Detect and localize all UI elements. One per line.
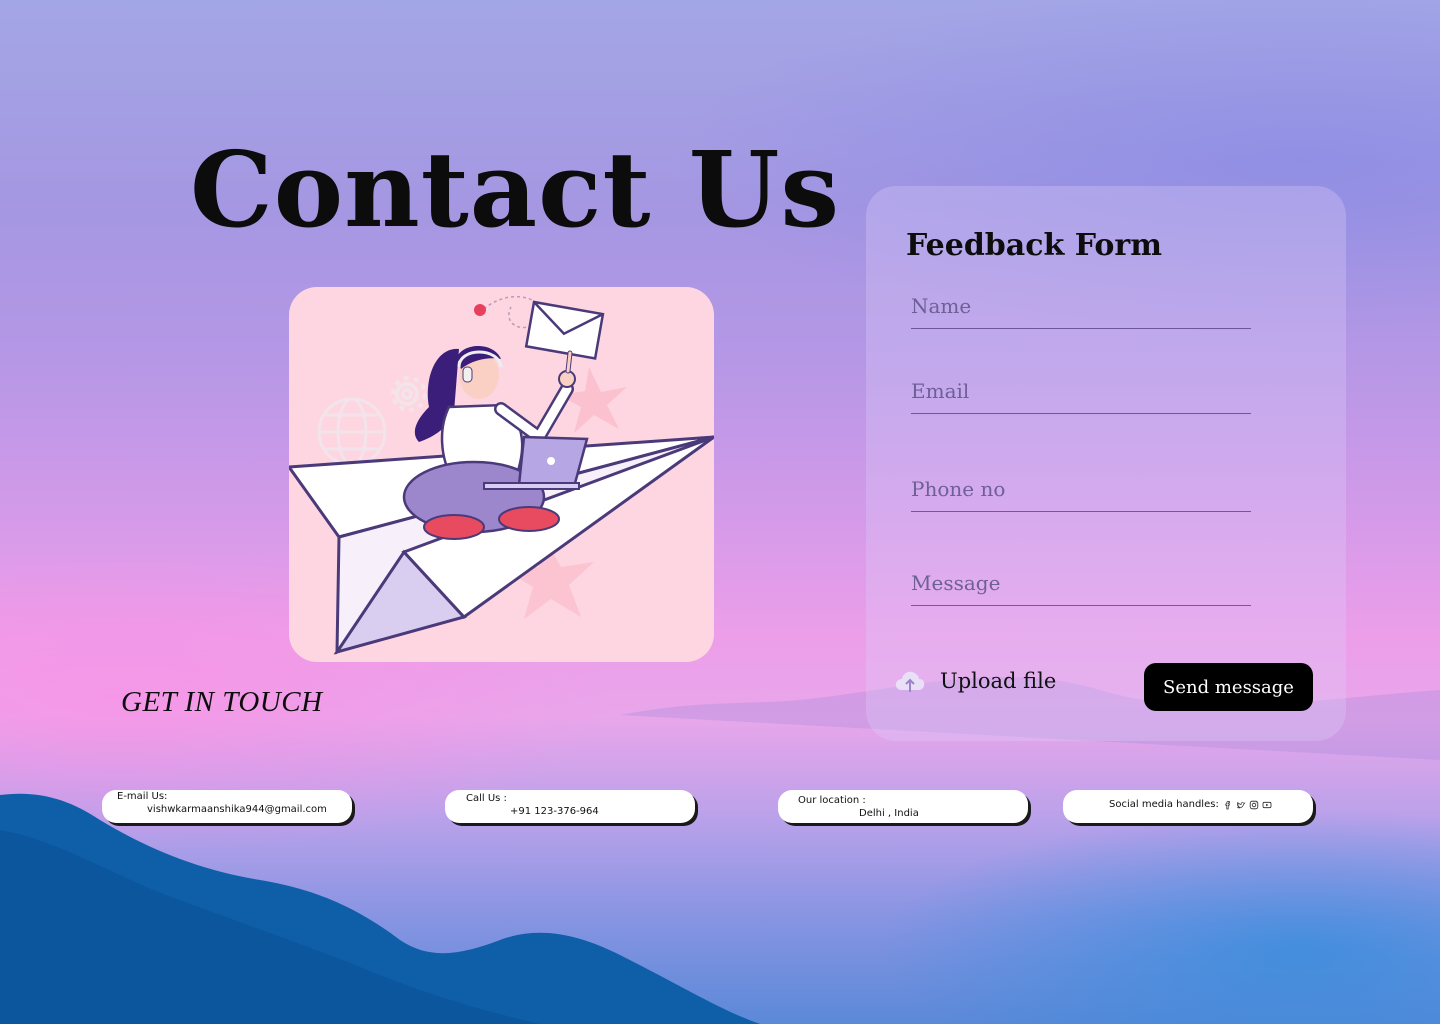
contact-illustration	[289, 287, 714, 662]
feedback-form-card: Feedback Form Upload file Send message	[866, 186, 1346, 741]
facebook-icon[interactable]	[1223, 800, 1233, 810]
location-contact-card: Our location : Delhi , India	[778, 790, 1028, 823]
location-contact-label: Our location :	[798, 795, 866, 806]
social-icons	[1223, 800, 1272, 810]
email-contact-value[interactable]: vishwkarmaanshika944@gmail.com	[147, 804, 327, 815]
social-contact-label: Social media handles:	[1109, 799, 1219, 810]
message-field-wrap	[911, 571, 1251, 606]
message-input[interactable]	[911, 571, 1251, 606]
location-contact-value: Delhi , India	[859, 808, 919, 819]
youtube-icon[interactable]	[1262, 800, 1272, 810]
phone-contact-label: Call Us :	[466, 793, 507, 804]
name-input[interactable]	[911, 294, 1251, 329]
upload-file-label: Upload file	[940, 669, 1057, 693]
get-in-touch-heading: GET IN TOUCH	[121, 686, 323, 718]
phone-contact-value[interactable]: +91 123-376-964	[510, 806, 599, 817]
upload-file-button[interactable]: Upload file	[894, 668, 1056, 694]
phone-field-wrap	[911, 477, 1251, 512]
name-field-wrap	[911, 294, 1251, 329]
page-title: Contact Us	[190, 128, 840, 251]
send-message-button[interactable]: Send message	[1144, 663, 1313, 711]
paper-plane-support-illustration	[289, 295, 714, 655]
email-field-wrap	[911, 379, 1251, 414]
instagram-icon[interactable]	[1249, 800, 1259, 810]
phone-contact-card: Call Us : +91 123-376-964	[445, 790, 695, 823]
social-contact-card: Social media handles:	[1063, 790, 1313, 823]
phone-input[interactable]	[911, 477, 1251, 512]
email-contact-card: E-mail Us: vishwkarmaanshika944@gmail.co…	[102, 790, 352, 823]
form-title: Feedback Form	[906, 228, 1162, 263]
cloud-upload-icon	[895, 671, 925, 692]
email-input[interactable]	[911, 379, 1251, 414]
email-contact-label: E-mail Us:	[117, 791, 168, 802]
twitter-icon[interactable]	[1236, 800, 1246, 810]
